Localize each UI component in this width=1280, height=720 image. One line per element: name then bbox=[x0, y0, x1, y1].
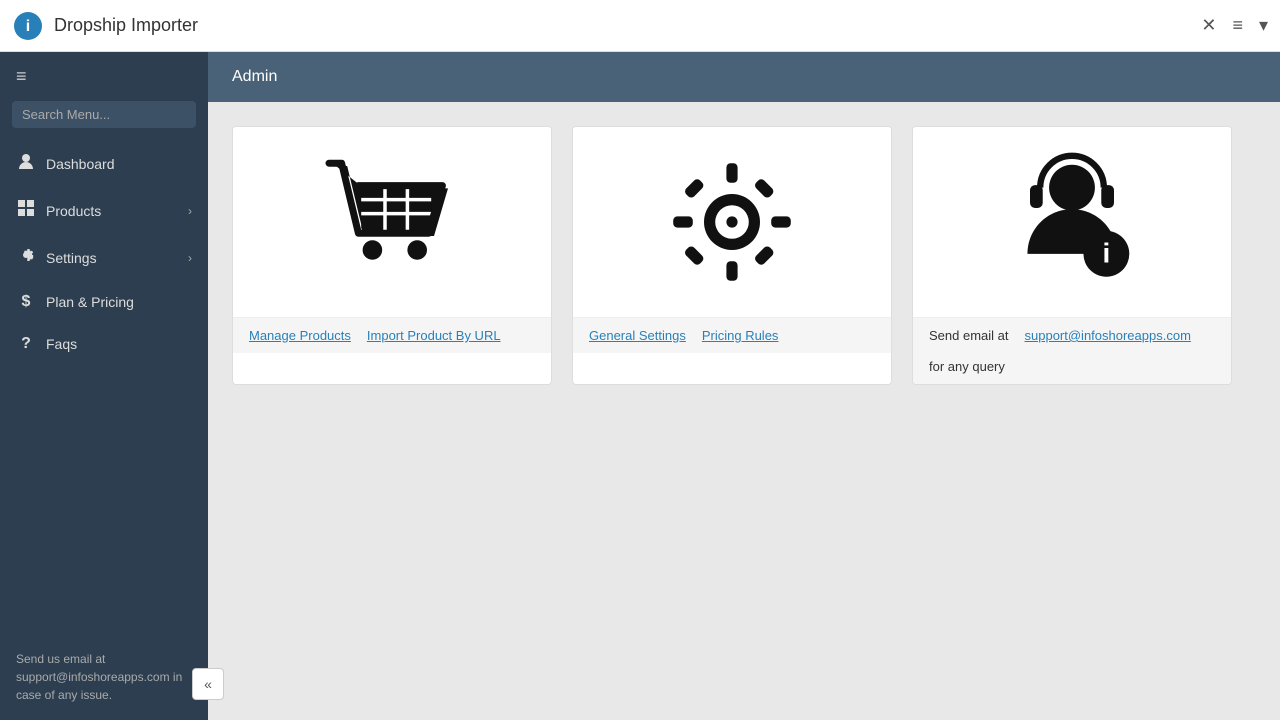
support-text: Send email at bbox=[929, 328, 1009, 343]
products-card-footer: Manage Products Import Product By URL bbox=[233, 317, 551, 353]
app-logo: i bbox=[12, 10, 44, 42]
sidebar-item-dashboard[interactable]: Dashboard bbox=[0, 140, 208, 187]
svg-text:i: i bbox=[26, 18, 30, 35]
search-input[interactable] bbox=[12, 101, 196, 128]
products-card-image bbox=[233, 127, 551, 317]
sidebar-item-plan-pricing[interactable]: $ Plan & Pricing bbox=[0, 281, 208, 323]
close-icon[interactable]: ✕ bbox=[1201, 15, 1216, 36]
sidebar-item-products-label: Products bbox=[46, 203, 178, 219]
sidebar-item-plan-label: Plan & Pricing bbox=[46, 294, 192, 310]
sidebar-item-faqs[interactable]: ? Faqs bbox=[0, 323, 208, 365]
svg-text:i: i bbox=[1102, 238, 1110, 269]
import-product-link[interactable]: Import Product By URL bbox=[367, 328, 501, 343]
general-settings-link[interactable]: General Settings bbox=[589, 328, 686, 343]
sidebar-item-products[interactable]: Products › bbox=[0, 187, 208, 234]
settings-card-footer: General Settings Pricing Rules bbox=[573, 317, 891, 353]
settings-icon bbox=[16, 246, 36, 269]
sidebar-footer: Send us email at support@infoshoreapps.c… bbox=[0, 634, 208, 720]
top-bar-left: i Dropship Importer bbox=[12, 10, 198, 42]
dropdown-icon[interactable]: ▾ bbox=[1259, 15, 1268, 36]
sidebar-item-settings-label: Settings bbox=[46, 250, 178, 266]
content-area: Admin bbox=[208, 52, 1280, 720]
menu-icon[interactable]: ≡ bbox=[1232, 15, 1243, 36]
settings-card: General Settings Pricing Rules bbox=[572, 126, 892, 385]
products-chevron: › bbox=[188, 204, 192, 218]
content-header: Admin bbox=[208, 52, 1280, 102]
plan-icon: $ bbox=[16, 293, 36, 311]
dashboard-icon bbox=[16, 152, 36, 175]
settings-chevron: › bbox=[188, 251, 192, 265]
pricing-rules-link[interactable]: Pricing Rules bbox=[702, 328, 779, 343]
content-body: Manage Products Import Product By URL bbox=[208, 102, 1280, 409]
main-layout: ≡ Dashboard Products › Settings › bbox=[0, 52, 1280, 720]
sidebar-item-settings[interactable]: Settings › bbox=[0, 234, 208, 281]
sidebar: ≡ Dashboard Products › Settings › bbox=[0, 52, 208, 720]
app-title: Dropship Importer bbox=[54, 15, 198, 36]
manage-products-link[interactable]: Manage Products bbox=[249, 328, 351, 343]
sidebar-collapse-button[interactable]: « bbox=[192, 668, 224, 700]
sidebar-item-dashboard-label: Dashboard bbox=[46, 156, 192, 172]
top-bar-right: ✕ ≡ ▾ bbox=[1201, 15, 1268, 36]
support-card-footer: Send email at support@infoshoreapps.com … bbox=[913, 317, 1231, 384]
faqs-icon: ? bbox=[16, 335, 36, 353]
sidebar-hamburger[interactable]: ≡ bbox=[0, 52, 208, 101]
support-card-image: i bbox=[913, 127, 1231, 317]
products-card: Manage Products Import Product By URL bbox=[232, 126, 552, 385]
top-bar: i Dropship Importer ✕ ≡ ▾ bbox=[0, 0, 1280, 52]
support-suffix: for any query bbox=[929, 359, 1005, 374]
sidebar-item-faqs-label: Faqs bbox=[46, 336, 192, 352]
support-card: i Send email at support@infoshoreapps.co… bbox=[912, 126, 1232, 385]
support-email-link[interactable]: support@infoshoreapps.com bbox=[1025, 328, 1191, 343]
settings-card-image bbox=[573, 127, 891, 317]
products-icon bbox=[16, 199, 36, 222]
